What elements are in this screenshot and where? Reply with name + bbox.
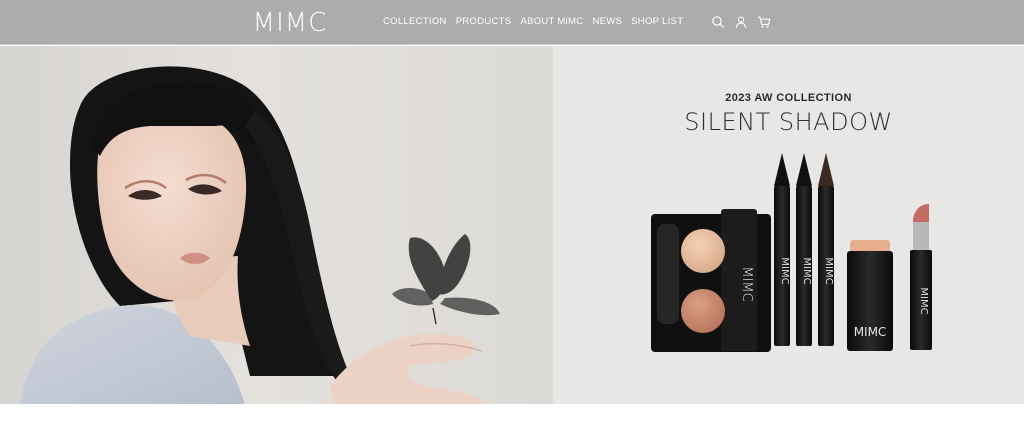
- lipstick-logo: MIMC: [918, 287, 929, 314]
- nav-collection[interactable]: COLLECTION: [383, 15, 447, 29]
- below-hero-area: [0, 404, 1024, 432]
- account-icon[interactable]: [734, 15, 748, 29]
- header-icons: [711, 15, 771, 29]
- collection-visual: 2023 AW COLLECTION SILENT SHADOW MIMC MI…: [553, 46, 1024, 404]
- main-nav: COLLECTION PRODUCTS ABOUT MiMC NEWS SHOP…: [383, 15, 683, 29]
- nav-news[interactable]: NEWS: [592, 15, 622, 29]
- butterfly-illustration: [392, 234, 500, 325]
- nav-products[interactable]: PRODUCTS: [456, 15, 512, 29]
- hero-banner[interactable]: 2023 AW COLLECTION SILENT SHADOW MIMC MI…: [0, 46, 1024, 404]
- product-lineup: MIMC MIMC MIMC MIMC MIMC MIMC: [651, 153, 932, 352]
- nav-about[interactable]: ABOUT MiMC: [520, 15, 583, 29]
- nav-shop-list[interactable]: SHOP LIST: [631, 15, 683, 29]
- eyeshadow-palette: MIMC: [651, 209, 771, 352]
- liner-logo-1: MIMC: [779, 257, 790, 284]
- lipstick: MIMC: [910, 204, 932, 350]
- model-photo: [0, 46, 553, 404]
- site-header: MIMC COLLECTION PRODUCTS ABOUT MiMC NEWS…: [0, 0, 1024, 45]
- cart-icon[interactable]: [757, 15, 771, 29]
- model-illustration: [20, 66, 500, 404]
- brand-logo[interactable]: MIMC: [250, 8, 330, 38]
- palette-logo: MIMC: [739, 266, 754, 301]
- search-icon[interactable]: [711, 15, 725, 29]
- liner-logo-2: MIMC: [801, 257, 812, 284]
- eyeliner-pencils: MIMC MIMC MIMC: [774, 153, 834, 346]
- liner-logo-3: MIMC: [823, 257, 834, 284]
- stick-blush: MIMC: [847, 240, 893, 351]
- stick-logo: MIMC: [854, 325, 887, 339]
